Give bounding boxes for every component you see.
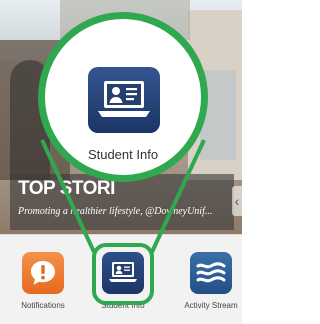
- magnified-label: Student Info: [87, 147, 159, 162]
- top-story-subtitle: Promoting a healthier lifestyle, @Downey…: [18, 206, 213, 217]
- top-story-banner[interactable]: TOP STORI Promoting a healthier lifestyl…: [10, 174, 234, 230]
- app-notifications[interactable]: Notifications: [12, 252, 74, 310]
- highlight-ring: [92, 243, 154, 305]
- app-label-notifications: Notifications: [21, 301, 65, 310]
- next-story-arrow-icon[interactable]: ‹: [232, 186, 242, 216]
- notification-bubble-icon: [22, 252, 64, 294]
- student-info-icon: [88, 67, 160, 133]
- app-activity-stream[interactable]: Activity Stream: [180, 252, 242, 310]
- waves-icon: [190, 252, 232, 294]
- app-label-activity-stream: Activity Stream: [184, 301, 238, 310]
- app-screen: TOP STORI Promoting a healthier lifestyl…: [0, 0, 242, 324]
- magnifier-callout: Student Info: [38, 12, 208, 182]
- top-story-title: TOP STORI: [18, 178, 115, 199]
